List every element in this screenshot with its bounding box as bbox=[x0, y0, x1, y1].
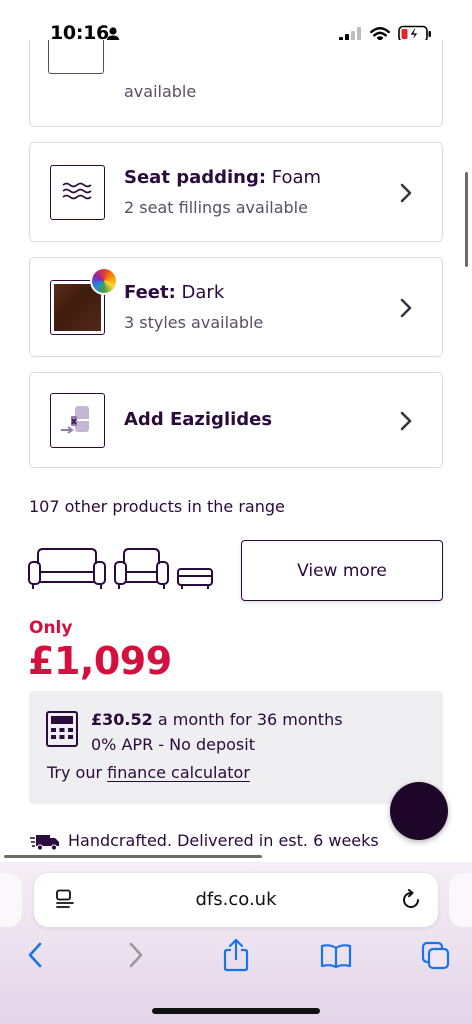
feet-availability: 3 styles available bbox=[124, 313, 264, 332]
feet-label: Feet: bbox=[124, 282, 176, 303]
address-bar[interactable]: dfs.co.uk bbox=[34, 873, 438, 927]
home-indicator[interactable] bbox=[152, 1008, 320, 1014]
seat-padding-option[interactable]: Seat padding: Foam 2 seat fillings avail… bbox=[29, 142, 443, 242]
reload-icon[interactable] bbox=[400, 889, 422, 911]
share-icon[interactable] bbox=[222, 938, 250, 972]
waves-icon bbox=[62, 182, 92, 200]
eaziglides-thumbnail: x bbox=[50, 393, 105, 448]
svg-text:x: x bbox=[71, 417, 77, 427]
seat-padding-availability: 2 seat fillings available bbox=[124, 198, 308, 217]
finance-calculator-link[interactable]: finance calculator bbox=[107, 763, 250, 782]
url-text: dfs.co.uk bbox=[195, 889, 277, 910]
footstool-icon bbox=[177, 568, 213, 589]
armchair-icon bbox=[114, 548, 169, 589]
option-thumbnail bbox=[48, 40, 104, 74]
finance-monthly-amount: £30.52 bbox=[91, 710, 153, 729]
delivery-info-text: Handcrafted. Delivered in est. 6 weeks bbox=[68, 831, 379, 850]
feet-option[interactable]: Feet: Dark 3 styles available bbox=[29, 257, 443, 357]
next-tab-peek[interactable] bbox=[449, 873, 472, 927]
chevron-right-icon bbox=[400, 183, 412, 203]
bookmarks-icon[interactable] bbox=[320, 943, 352, 969]
seat-padding-label: Seat padding: bbox=[124, 167, 267, 188]
seat-padding-value: Foam bbox=[271, 167, 322, 188]
price-only-label: Only bbox=[29, 618, 73, 638]
option-card-partial[interactable]: available bbox=[29, 40, 443, 127]
seat-padding-title: Seat padding: Foam bbox=[124, 167, 321, 188]
delivery-truck-icon bbox=[30, 835, 59, 851]
feet-title: Feet: Dark bbox=[124, 282, 224, 303]
range-count-text: 107 other products in the range bbox=[29, 497, 285, 516]
finance-monthly: £30.52 a month for 36 months bbox=[91, 710, 343, 729]
vertical-scrollbar[interactable] bbox=[465, 172, 468, 267]
eaziglides-label: Add Eaziglides bbox=[124, 409, 273, 430]
sofa-icon bbox=[28, 548, 106, 589]
color-wheel-icon bbox=[90, 267, 118, 295]
eaziglides-title: Add Eaziglides bbox=[124, 409, 272, 430]
finance-box: £30.52 a month for 36 months 0% APR - No… bbox=[29, 691, 443, 804]
eaziglide-icon: x bbox=[61, 406, 89, 434]
eaziglides-option[interactable]: x Add Eaziglides bbox=[29, 372, 443, 468]
chat-button[interactable] bbox=[390, 782, 448, 840]
price-amount: £1,099 bbox=[28, 639, 172, 683]
forward-icon[interactable] bbox=[128, 941, 144, 969]
seat-padding-thumbnail bbox=[50, 165, 105, 220]
tabs-icon[interactable] bbox=[421, 941, 451, 971]
finance-try-our: Try our bbox=[47, 763, 103, 782]
finance-monthly-term: a month for 36 months bbox=[157, 710, 343, 729]
range-furniture-icons bbox=[28, 548, 213, 589]
horizontal-scrollbar[interactable] bbox=[4, 855, 262, 858]
back-icon[interactable] bbox=[27, 941, 43, 969]
previous-tab-peek[interactable] bbox=[0, 873, 22, 927]
option-availability: available bbox=[124, 82, 197, 101]
chevron-right-icon bbox=[400, 411, 412, 431]
finance-apr: 0% APR - No deposit bbox=[91, 735, 255, 754]
calculator-icon bbox=[46, 711, 78, 747]
view-more-button[interactable]: View more bbox=[241, 540, 443, 601]
chevron-right-icon bbox=[400, 298, 412, 318]
feet-value: Dark bbox=[181, 282, 225, 303]
finance-calculator-line: Try our finance calculator bbox=[47, 763, 250, 782]
